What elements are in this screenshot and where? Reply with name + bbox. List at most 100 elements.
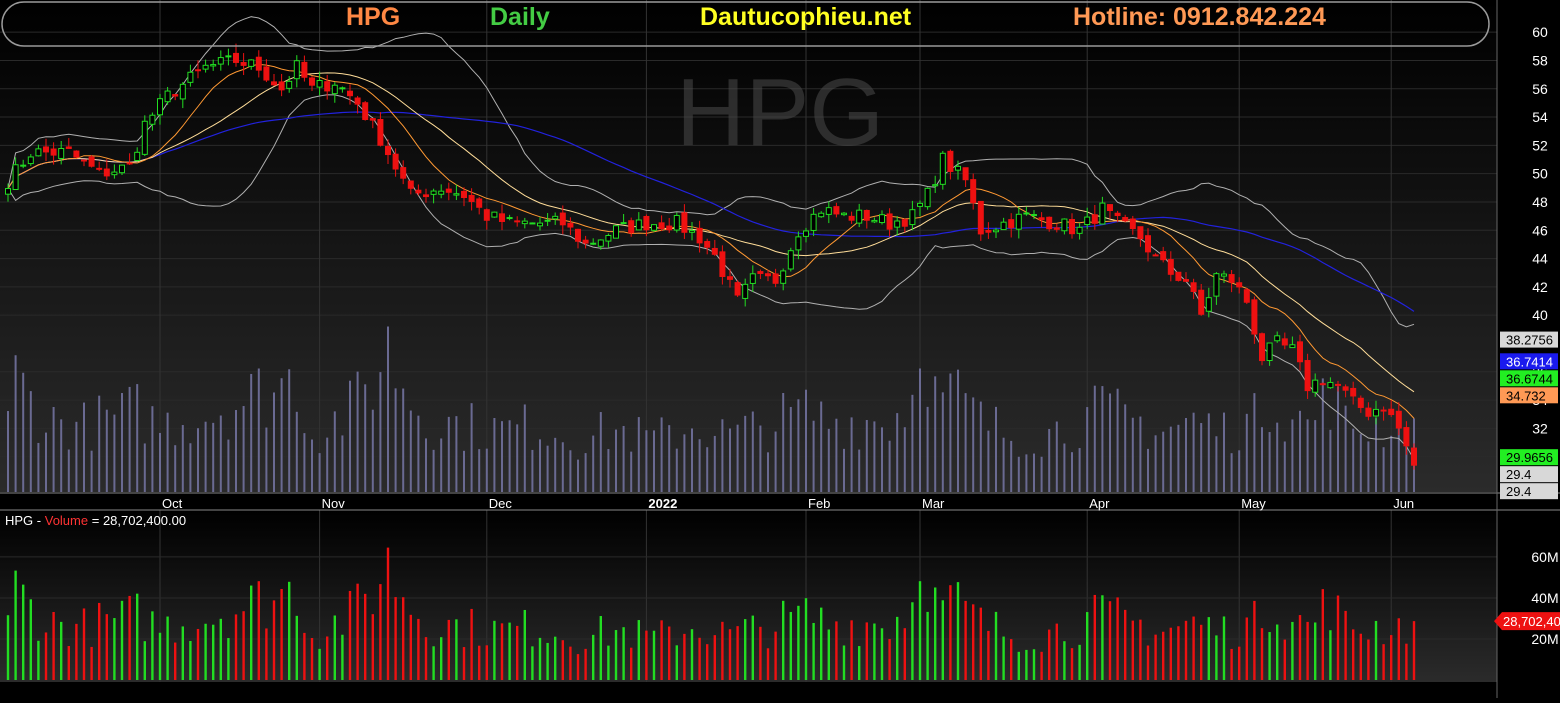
volume-overlay-bar xyxy=(98,395,101,492)
volume-bar xyxy=(1086,612,1089,680)
candle-body xyxy=(848,215,855,221)
volume-overlay-bar xyxy=(820,401,823,492)
volume-overlay-bar xyxy=(1299,410,1301,492)
candle-body xyxy=(1304,360,1311,392)
candle-body xyxy=(96,167,103,170)
volume-overlay-bar xyxy=(295,411,298,492)
volume-bar xyxy=(508,622,511,680)
volume-overlay-bar xyxy=(364,384,367,492)
volume-bar xyxy=(713,635,716,680)
volume-bar xyxy=(896,616,899,680)
volume-bar xyxy=(903,628,906,680)
price-tick-label: 54 xyxy=(1532,109,1548,125)
candle-body xyxy=(1395,410,1402,429)
candle-body xyxy=(780,270,787,284)
candle-body xyxy=(993,229,999,233)
candle-body xyxy=(1107,204,1113,211)
volume-bar xyxy=(1222,616,1226,680)
volume-overlay-bar xyxy=(1169,426,1172,492)
header-site[interactable]: Dautucophieu.net xyxy=(700,3,911,32)
candle-body xyxy=(1259,333,1265,362)
volume-overlay-bar xyxy=(250,373,253,492)
volume-overlay-bar xyxy=(1230,453,1233,492)
candle-body xyxy=(643,216,650,231)
candle-body xyxy=(392,153,399,170)
volume-overlay-bar xyxy=(257,368,260,492)
volume-overlay-bar xyxy=(1321,378,1324,492)
volume-bar xyxy=(1359,633,1362,680)
volume-overlay-bar xyxy=(554,437,557,492)
volume-overlay-bar xyxy=(212,422,215,492)
volume-bar xyxy=(1367,639,1370,680)
candle-body xyxy=(400,167,407,179)
volume-bar xyxy=(136,593,139,680)
volume-bar xyxy=(75,623,78,680)
candle-body xyxy=(1327,381,1334,389)
candle-body xyxy=(339,87,346,90)
volume-bar xyxy=(637,620,640,680)
candle-body xyxy=(1228,274,1235,283)
price-volume-chart[interactable]: HPG 605856545250484644424036343230 OctNo… xyxy=(0,0,1560,698)
volume-bar xyxy=(744,619,747,680)
candle-body xyxy=(529,222,536,225)
volume-bar xyxy=(242,611,245,680)
volume-overlay-bar xyxy=(1093,385,1096,492)
volume-overlay-bar xyxy=(273,392,275,492)
volume-overlay-bar xyxy=(926,406,929,492)
candle-body xyxy=(567,222,574,228)
volume-overlay-bar xyxy=(174,445,177,492)
volume-overlay-bar xyxy=(493,418,496,492)
volume-bar xyxy=(37,640,40,680)
last-value-label: 36.6744 xyxy=(1506,371,1553,386)
candle-body xyxy=(476,198,483,208)
candle-body xyxy=(886,213,893,230)
volume-overlay-bar xyxy=(569,450,572,492)
volume-overlay-bar xyxy=(463,450,465,492)
candle-body xyxy=(331,84,338,95)
candle-body xyxy=(324,81,331,92)
volume-tick-label: 40M xyxy=(1531,590,1558,606)
volume-overlay-bar xyxy=(1139,416,1142,492)
volume-bar xyxy=(789,611,792,680)
volume-overlay-bar xyxy=(812,420,815,492)
last-value-label: 29.4 xyxy=(1506,467,1531,482)
candle-body xyxy=(119,164,125,174)
candle-body xyxy=(977,200,984,235)
volume-overlay-bar xyxy=(159,432,161,492)
volume-overlay-bar xyxy=(1017,456,1020,492)
candle-body xyxy=(233,52,239,63)
price-tick-label: 40 xyxy=(1532,307,1548,323)
candle-body xyxy=(240,62,247,66)
candle-body xyxy=(35,148,42,157)
volume-bar xyxy=(1352,629,1355,680)
volume-bar xyxy=(972,604,975,680)
candle-body xyxy=(1114,212,1121,217)
candle-body xyxy=(651,224,657,231)
volume-overlay-bar xyxy=(919,368,921,492)
candle-body xyxy=(704,241,711,248)
volume-overlay-bar xyxy=(45,432,47,492)
volume-panel-bg xyxy=(0,510,1497,682)
volume-overlay-bar xyxy=(387,326,389,492)
volume-overlay-bar xyxy=(911,394,914,492)
volume-overlay-bar xyxy=(379,372,382,492)
volume-overlay-bar xyxy=(835,418,838,492)
volume-overlay-bar xyxy=(827,428,830,492)
volume-bar xyxy=(326,636,329,680)
volume-overlay-bar xyxy=(751,411,754,492)
volume-overlay-bar xyxy=(539,439,541,492)
volume-bar xyxy=(751,615,754,680)
candle-body xyxy=(423,194,429,198)
volume-bar xyxy=(858,646,861,680)
volume-overlay-bar xyxy=(615,429,617,492)
volume-overlay-bar xyxy=(797,399,800,492)
volume-bar xyxy=(782,600,785,680)
volume-bar xyxy=(926,611,929,680)
volume-bar xyxy=(941,600,944,680)
price-tick-label: 48 xyxy=(1532,194,1548,210)
candle-body xyxy=(719,251,726,277)
volume-overlay-bar xyxy=(151,406,154,492)
candle-body xyxy=(263,66,270,81)
candle-body xyxy=(590,242,597,245)
volume-bar xyxy=(645,630,648,680)
